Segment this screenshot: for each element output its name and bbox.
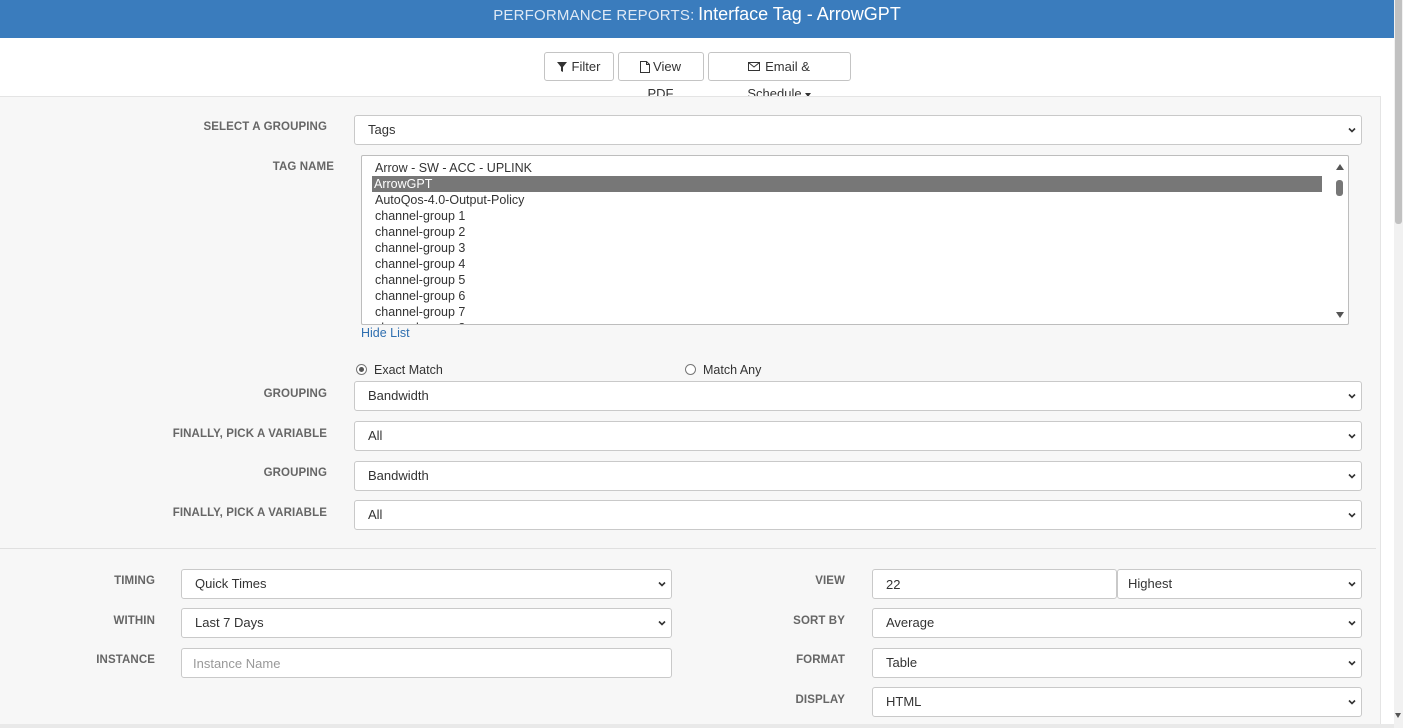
chevron-down-icon: [1348, 620, 1356, 626]
pdf-file-icon: [640, 61, 651, 73]
grouping-1-label: GROUPING: [263, 388, 327, 400]
variable-1-select[interactable]: All: [354, 421, 1362, 451]
display-label: DISPLAY: [795, 694, 845, 706]
chevron-down-icon: [1348, 581, 1356, 587]
view-pdf-button[interactable]: View PDF: [617, 52, 704, 101]
tag-name-label: TAG NAME: [272, 161, 334, 173]
report-toolbar: Filter View PDF Email & Schedule: [0, 52, 1394, 101]
chevron-down-icon: [1348, 433, 1356, 439]
chevron-down-icon: [658, 620, 666, 626]
tag-option[interactable]: AutoQos-4.0-Output-Policy: [363, 192, 1323, 208]
tag-option[interactable]: channel-group 3: [363, 240, 1323, 256]
tag-option[interactable]: ArrowGPT: [372, 176, 1322, 192]
tag-option[interactable]: Arrow - SW - ACC - UPLINK: [363, 160, 1323, 176]
page-header: PERFORMANCE REPORTS: Interface Tag - Arr…: [0, 0, 1394, 38]
hide-list-link[interactable]: Hide List: [361, 326, 410, 340]
view-order-value: Highest: [1128, 576, 1173, 591]
instance-label: INSTANCE: [96, 654, 155, 666]
exact-match-label: Exact Match: [374, 363, 443, 377]
grouping-2-value: Bandwidth: [368, 468, 429, 483]
grouping-2-select[interactable]: Bandwidth: [354, 461, 1362, 491]
instance-input[interactable]: [181, 648, 672, 678]
chevron-down-icon: [1348, 699, 1356, 705]
exact-match-radio[interactable]: Exact Match: [356, 363, 443, 377]
scroll-down-icon[interactable]: [1336, 312, 1344, 318]
tag-option[interactable]: channel-group 6: [363, 288, 1323, 304]
sort-by-label: SORT BY: [793, 615, 845, 627]
within-select[interactable]: Last 7 Days: [181, 608, 672, 638]
variable-2-select[interactable]: All: [354, 500, 1362, 530]
radio-unchecked-icon: [685, 364, 696, 375]
email-schedule-button[interactable]: Email & Schedule: [707, 52, 851, 101]
variable-2-label: FINALLY, PICK A VARIABLE: [172, 507, 327, 519]
within-label: WITHIN: [113, 615, 155, 627]
chevron-down-icon: [658, 581, 666, 587]
view-order-select[interactable]: Highest: [1117, 569, 1362, 599]
timing-label: TIMING: [114, 575, 155, 587]
grouping-2-label: GROUPING: [263, 467, 327, 479]
sort-by-value: Average: [886, 615, 935, 630]
chevron-down-icon: [1348, 393, 1356, 399]
variable-1-value: All: [368, 428, 383, 443]
tag-option[interactable]: channel-group 8: [363, 320, 1323, 324]
radio-checked-icon: [356, 364, 367, 375]
grouping-type-value: Tags: [368, 122, 396, 137]
timing-value: Quick Times: [195, 576, 267, 591]
tag-option[interactable]: channel-group 1: [363, 208, 1323, 224]
scroll-thumb[interactable]: [1336, 180, 1343, 196]
filter-button[interactable]: Filter: [543, 52, 614, 81]
listbox-scrollbar[interactable]: [1335, 160, 1345, 322]
bottom-edge: [0, 724, 1394, 728]
tag-option[interactable]: channel-group 2: [363, 224, 1323, 240]
view-pdf-label: View PDF: [647, 59, 681, 101]
format-select[interactable]: Table: [872, 648, 1362, 678]
tag-option[interactable]: channel-group 7: [363, 304, 1323, 320]
chevron-down-icon: [1348, 473, 1356, 479]
scroll-up-icon[interactable]: [1336, 164, 1344, 170]
format-value: Table: [886, 655, 918, 670]
page-title: Interface Tag - ArrowGPT: [698, 4, 901, 24]
grouping-1-value: Bandwidth: [368, 388, 429, 403]
display-select[interactable]: HTML: [872, 687, 1362, 717]
chevron-down-icon: [1348, 660, 1356, 666]
match-any-label: Match Any: [703, 363, 762, 377]
display-value: HTML: [886, 694, 922, 709]
grouping-1-select[interactable]: Bandwidth: [354, 381, 1362, 411]
grouping-type-select[interactable]: Tags: [354, 115, 1362, 145]
match-any-radio[interactable]: Match Any: [685, 363, 761, 377]
tag-name-listbox[interactable]: Arrow - SW - ACC - UPLINK ArrowGPT AutoQos…: [361, 155, 1349, 325]
tag-list: Arrow - SW - ACC - UPLINK ArrowGPT AutoQos…: [362, 156, 1348, 324]
view-count-input[interactable]: [872, 569, 1117, 599]
variable-2-value: All: [368, 507, 383, 522]
window-scrollbar[interactable]: [1394, 0, 1403, 728]
section-divider: [0, 548, 1376, 549]
envelope-icon: [748, 62, 761, 71]
format-label: FORMAT: [796, 654, 845, 666]
filter-button-label: Filter: [571, 59, 601, 74]
sort-by-select[interactable]: Average: [872, 608, 1362, 638]
scroll-down-icon[interactable]: [1395, 713, 1401, 718]
tag-option[interactable]: channel-group 4: [363, 256, 1323, 272]
timing-select[interactable]: Quick Times: [181, 569, 672, 599]
select-grouping-label: SELECT A GROUPING: [203, 121, 327, 133]
chevron-down-icon: [1348, 127, 1356, 133]
tag-option[interactable]: channel-group 5: [363, 272, 1323, 288]
variable-1-label: FINALLY, PICK A VARIABLE: [172, 428, 327, 440]
window-scroll-thumb[interactable]: [1395, 0, 1402, 224]
within-value: Last 7 Days: [195, 615, 264, 630]
header-prefix: PERFORMANCE REPORTS:: [493, 7, 695, 24]
filter-icon: [556, 62, 567, 72]
view-label: VIEW: [815, 575, 845, 587]
chevron-down-icon: [1348, 512, 1356, 518]
